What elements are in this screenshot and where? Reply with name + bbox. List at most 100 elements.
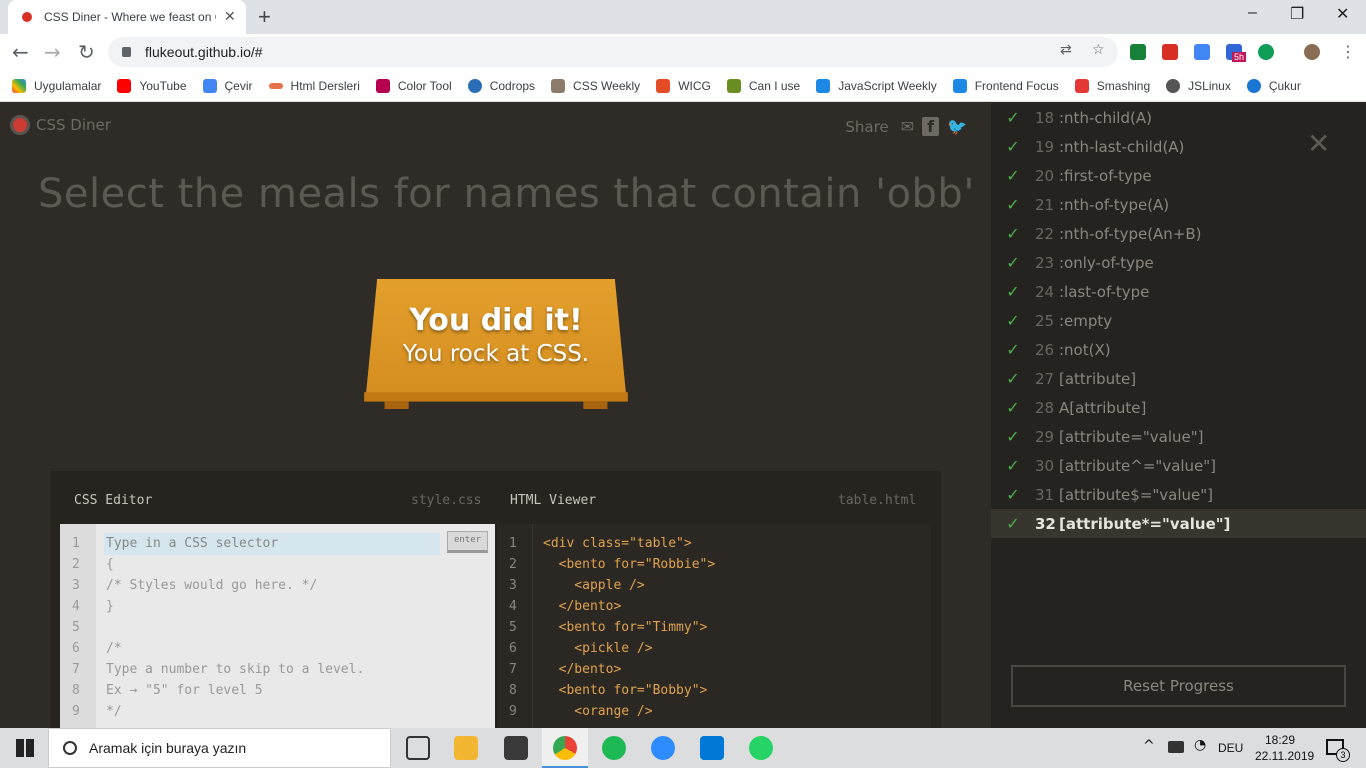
level-number: 24 — [1035, 282, 1055, 301]
hangouts-icon[interactable] — [1258, 44, 1274, 60]
bookmark-javascript-weekly[interactable]: JavaScript Weekly — [816, 78, 937, 93]
code-line: </bento> — [543, 662, 622, 677]
checkmark-icon: ✓ — [1006, 224, 1020, 243]
browser-tab-strip: CSS Diner - Where we feast on C ✕ + – ❐ … — [0, 0, 1366, 34]
line-number: 2 — [509, 557, 517, 572]
line-number: 8 — [509, 683, 517, 698]
bookmark-cukur[interactable]: Çukur — [1246, 78, 1301, 93]
bookmark-cevir[interactable]: Çevir — [202, 78, 253, 93]
css-diner-page: CSS Diner Share ✉ f 🐦 Select the meals f… — [0, 103, 991, 728]
translate-icon[interactable]: ⇄ — [1060, 42, 1072, 58]
task-view-icon[interactable] — [406, 736, 430, 760]
address-bar[interactable]: flukeout.github.io/# — [108, 37, 1118, 67]
bookmark-label: YouTube — [139, 78, 187, 93]
code-line: Type a number to skip to a level. — [106, 662, 365, 677]
mail-icon[interactable] — [504, 736, 528, 760]
line-number: 4 — [72, 599, 80, 614]
bookmark-star-icon[interactable]: ☆ — [1092, 42, 1105, 58]
clock-date: 22.11.2019 — [1255, 749, 1315, 763]
logo-plate-icon — [10, 115, 30, 135]
checkmark-icon: ✓ — [1006, 311, 1020, 330]
checkmark-icon: ✓ — [1006, 137, 1020, 156]
whatsapp-icon[interactable] — [749, 736, 773, 760]
minimize-button[interactable]: – — [1248, 4, 1257, 22]
jslinux-icon — [1166, 78, 1181, 93]
windows-start-icon[interactable] — [16, 739, 34, 757]
javascript-weekly-icon — [816, 78, 831, 93]
facebook-icon[interactable]: f — [922, 117, 940, 136]
extension-icon[interactable] — [1130, 44, 1146, 60]
spotify-icon[interactable] — [602, 736, 626, 760]
reload-icon[interactable]: ↻ — [78, 40, 95, 64]
clock[interactable]: 18:29 22.11.2019 — [1255, 732, 1315, 764]
bookmark-wicg[interactable]: WICG — [656, 78, 711, 93]
level-item[interactable]: ✓ 21:nth-of-type(A) — [991, 190, 1366, 219]
level-name: A[attribute] — [1059, 398, 1147, 417]
twitter-icon[interactable]: 🐦 — [947, 117, 967, 136]
battery-icon[interactable] — [1168, 741, 1184, 753]
level-item[interactable]: ✓ 28 A[attribute] — [991, 393, 1366, 422]
bookmark-apps[interactable]: Uygulamalar — [12, 78, 101, 93]
forward-icon[interactable]: → — [44, 40, 61, 64]
menu-kebab-icon[interactable]: ⋮ — [1340, 42, 1356, 61]
level-item[interactable]: ✓ 32 [attribute*="value"] — [991, 509, 1366, 538]
level-item[interactable]: ✓ 26:not(X) — [991, 335, 1366, 364]
bookmark-youtube[interactable]: YouTube — [117, 78, 187, 93]
level-number: 31 — [1035, 485, 1055, 504]
vscode-icon[interactable] — [700, 736, 724, 760]
code-line: { — [106, 557, 114, 572]
translate-extension-icon[interactable] — [1194, 44, 1210, 60]
code-line: <orange /> — [543, 704, 653, 719]
tab-close-icon[interactable]: ✕ — [224, 9, 236, 25]
zoom-icon[interactable] — [651, 736, 675, 760]
bookmark-css-weekly[interactable]: CSS Weekly — [551, 78, 640, 93]
bookmark-smashing[interactable]: Smashing — [1074, 78, 1150, 93]
bookmark-color-tool[interactable]: Color Tool — [375, 78, 452, 93]
chrome-icon[interactable] — [553, 736, 577, 760]
new-tab-button[interactable]: + — [258, 4, 271, 30]
level-item[interactable]: ✓ 23:only-of-type — [991, 248, 1366, 277]
level-item[interactable]: ✓ 31 [attribute$="value"] — [991, 480, 1366, 509]
level-item[interactable]: ✓ 29 [attribute="value"] — [991, 422, 1366, 451]
tray-chevron-icon[interactable]: ^ — [1143, 738, 1155, 754]
code-line: } — [106, 599, 114, 614]
taskbar-search[interactable]: Aramak için buraya yazın — [48, 728, 391, 768]
browser-tab[interactable]: CSS Diner - Where we feast on C ✕ — [8, 0, 246, 34]
file-explorer-icon[interactable] — [454, 736, 478, 760]
email-icon[interactable]: ✉ — [901, 117, 914, 136]
bookmark-html-dersleri[interactable]: Html Dersleri — [268, 79, 360, 93]
enter-button[interactable]: enter — [447, 531, 488, 553]
gmail-icon[interactable] — [1162, 44, 1178, 60]
level-item[interactable]: ✓ 20:first-of-type — [991, 161, 1366, 190]
site-logo[interactable]: CSS Diner — [10, 115, 111, 135]
youtube-icon — [117, 78, 132, 93]
language-indicator[interactable]: DEU — [1218, 741, 1243, 755]
level-item[interactable]: ✓ 30 [attribute^="value"] — [991, 451, 1366, 480]
editor-panel: CSS Editor style.css HTML Viewer table.h… — [50, 471, 941, 728]
bookmark-label: WICG — [678, 78, 711, 93]
wifi-icon[interactable]: ◔ — [1194, 737, 1206, 753]
css-editor-title: CSS Editor — [74, 493, 153, 508]
html-viewer-title: HTML Viewer — [510, 493, 597, 508]
reset-progress-button[interactable]: Reset Progress — [1011, 665, 1346, 707]
bookmark-codrops[interactable]: Codrops — [467, 78, 535, 93]
bookmark-frontend-focus[interactable]: Frontend Focus — [952, 78, 1059, 93]
level-item[interactable]: ✓ 25:empty — [991, 306, 1366, 335]
level-item[interactable]: ✓ 22:nth-of-type(An+B) — [991, 219, 1366, 248]
level-item[interactable]: ✓ 24:last-of-type — [991, 277, 1366, 306]
back-icon[interactable]: ← — [12, 40, 29, 64]
cukur-icon — [1246, 78, 1261, 93]
maximize-button[interactable]: ❐ — [1290, 4, 1304, 24]
dining-table: You did it! You rock at CSS. — [354, 279, 638, 419]
level-name: :only-of-type — [1059, 253, 1154, 272]
profile-avatar[interactable] — [1304, 44, 1320, 60]
bookmark-can-i-use[interactable]: Can I use — [726, 78, 800, 93]
favicon-icon — [22, 12, 32, 22]
bookmark-jslinux[interactable]: JSLinux — [1166, 78, 1231, 93]
checkmark-icon: ✓ — [1006, 282, 1020, 301]
bookmark-label: JSLinux — [1188, 78, 1231, 93]
close-sidebar-icon[interactable]: ✕ — [1307, 127, 1330, 160]
level-item[interactable]: ✓ 27 [attribute] — [991, 364, 1366, 393]
close-window-button[interactable]: ✕ — [1336, 4, 1349, 24]
level-number: 19 — [1035, 137, 1055, 156]
